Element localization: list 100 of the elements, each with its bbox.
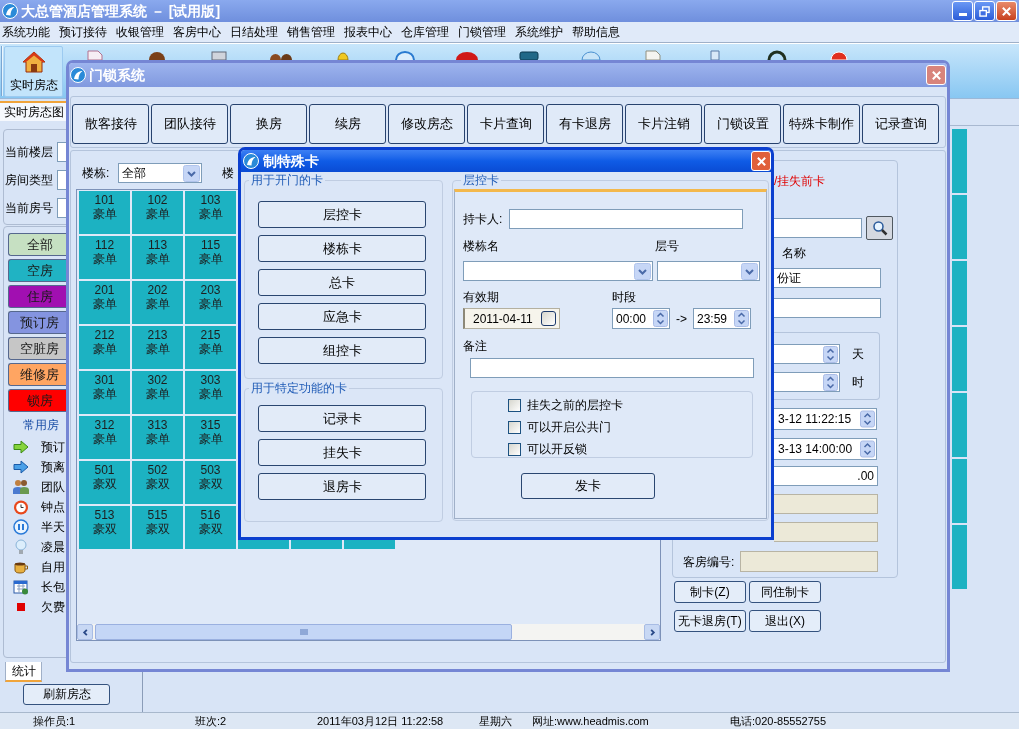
- time-field[interactable]: 00:00: [612, 308, 670, 329]
- room-tile[interactable]: 513 豪双: [79, 506, 130, 549]
- close-button[interactable]: [926, 65, 946, 85]
- room-tile[interactable]: 202 豪单: [132, 281, 183, 324]
- room-tile[interactable]: [952, 129, 967, 193]
- dome-icon[interactable]: [455, 50, 479, 60]
- checkbox[interactable]: [508, 398, 521, 412]
- filter-button[interactable]: 空房: [8, 259, 66, 282]
- function-button[interactable]: 散客接待: [72, 104, 149, 144]
- room-tile[interactable]: 313 豪单: [132, 416, 183, 459]
- function-button[interactable]: 门锁设置: [704, 104, 781, 144]
- menu-item[interactable]: 收银管理: [116, 23, 164, 41]
- function-button[interactable]: 团队接待: [151, 104, 228, 144]
- refresh-button[interactable]: 刷新房态: [23, 684, 110, 705]
- room-tile[interactable]: [291, 540, 342, 549]
- action-button[interactable]: 制卡(Z): [674, 581, 746, 603]
- room-tile[interactable]: [952, 195, 967, 259]
- menu-item[interactable]: 门锁管理: [458, 23, 506, 41]
- room-tile[interactable]: [952, 459, 967, 523]
- checkbox[interactable]: [541, 311, 556, 326]
- room-type-select[interactable]: [57, 170, 66, 190]
- spin-button[interactable]: [823, 373, 838, 391]
- toolbar-button[interactable]: 实时房态: [4, 46, 63, 97]
- card-type-button[interactable]: 记录卡: [258, 405, 426, 432]
- filter-button[interactable]: 维修房: [8, 363, 66, 386]
- room-tile[interactable]: 312 豪单: [79, 416, 130, 459]
- function-button[interactable]: 有卡退房: [546, 104, 623, 144]
- room-tile[interactable]: 201 豪单: [79, 281, 130, 324]
- function-button[interactable]: 卡片查询: [467, 104, 544, 144]
- filter-button[interactable]: 锁房: [8, 389, 66, 412]
- close-button[interactable]: [751, 151, 771, 171]
- action-button[interactable]: 退出(X): [749, 610, 821, 632]
- panel-tab[interactable]: 统计: [5, 662, 42, 682]
- filter-button[interactable]: 空脏房: [8, 337, 66, 360]
- card-type-button[interactable]: 总卡: [258, 269, 426, 296]
- floor-select[interactable]: [57, 142, 66, 162]
- room-tile[interactable]: [952, 393, 967, 457]
- date-field[interactable]: 2011-04-11: [463, 308, 560, 329]
- input-field[interactable]: [774, 218, 862, 238]
- filter-button[interactable]: 预订房: [8, 311, 66, 334]
- menu-item[interactable]: 报表中心: [344, 23, 392, 41]
- card-type-button[interactable]: 组控卡: [258, 337, 426, 364]
- room-tile[interactable]: 102 豪单: [132, 191, 183, 234]
- room-tile[interactable]: 315 豪单: [185, 416, 236, 459]
- function-button[interactable]: 记录查询: [862, 104, 939, 144]
- remark-input[interactable]: [470, 358, 754, 378]
- monitor-icon[interactable]: [517, 50, 541, 60]
- card-type-button[interactable]: 层控卡: [258, 201, 426, 228]
- spin-field[interactable]: [774, 372, 840, 392]
- close-button[interactable]: [996, 1, 1017, 21]
- menu-item[interactable]: 日结处理: [230, 23, 278, 41]
- spin-button[interactable]: [860, 440, 875, 458]
- checkbox[interactable]: [508, 420, 521, 434]
- scroll-right-button[interactable]: [644, 624, 660, 640]
- function-button[interactable]: 卡片注销: [625, 104, 702, 144]
- amount-field[interactable]: .00: [774, 466, 878, 486]
- scroll-left-button[interactable]: [77, 624, 93, 640]
- scrollbar-track[interactable]: [77, 624, 660, 640]
- datetime-field[interactable]: 3-12 11:22:15: [774, 408, 877, 430]
- panel-tab[interactable]: 实时房态图: [0, 101, 66, 121]
- function-button[interactable]: 续房: [309, 104, 386, 144]
- building-select[interactable]: [463, 261, 653, 281]
- room-tile[interactable]: 303 豪单: [185, 371, 236, 414]
- issue-button[interactable]: 发卡: [521, 473, 655, 499]
- holder-input[interactable]: [509, 209, 743, 229]
- room-tile[interactable]: [344, 540, 395, 549]
- room-tile[interactable]: 516 豪双: [185, 506, 236, 549]
- restore-button[interactable]: [974, 1, 995, 21]
- function-button[interactable]: 修改房态: [388, 104, 465, 144]
- card-type-button[interactable]: 楼栋卡: [258, 235, 426, 262]
- menu-item[interactable]: 仓库管理: [401, 23, 449, 41]
- menu-item[interactable]: 系统维护: [515, 23, 563, 41]
- room-tile[interactable]: 212 豪单: [79, 326, 130, 369]
- room-tile[interactable]: 203 豪单: [185, 281, 236, 324]
- room-tile[interactable]: 515 豪双: [132, 506, 183, 549]
- ring-icon[interactable]: [765, 50, 789, 60]
- room-tile[interactable]: 215 豪单: [185, 326, 236, 369]
- room-tile[interactable]: 115 豪单: [185, 236, 236, 279]
- menu-item[interactable]: 预订接待: [59, 23, 107, 41]
- room-tile[interactable]: 213 豪单: [132, 326, 183, 369]
- input-field[interactable]: [774, 298, 881, 318]
- room-tile[interactable]: [952, 261, 967, 325]
- menu-item[interactable]: 销售管理: [287, 23, 335, 41]
- room-tile[interactable]: 503 豪双: [185, 461, 236, 504]
- search-button[interactable]: [866, 216, 893, 240]
- time-field[interactable]: 23:59: [693, 308, 751, 329]
- function-button[interactable]: 换房: [230, 104, 307, 144]
- spin-field[interactable]: [774, 344, 840, 364]
- room-tile[interactable]: [952, 525, 967, 589]
- card-type-button[interactable]: 应急卡: [258, 303, 426, 330]
- spin-button[interactable]: [653, 310, 668, 327]
- building-select[interactable]: 全部: [118, 163, 202, 183]
- action-button[interactable]: 无卡退房(T): [674, 610, 746, 632]
- menu-item[interactable]: 帮助信息: [572, 23, 620, 41]
- checkbox[interactable]: [508, 442, 521, 456]
- spin-button[interactable]: [860, 410, 875, 428]
- spin-button[interactable]: [734, 310, 749, 327]
- room-tile[interactable]: 501 豪双: [79, 461, 130, 504]
- minimize-button[interactable]: [952, 1, 973, 21]
- room-tile[interactable]: 302 豪单: [132, 371, 183, 414]
